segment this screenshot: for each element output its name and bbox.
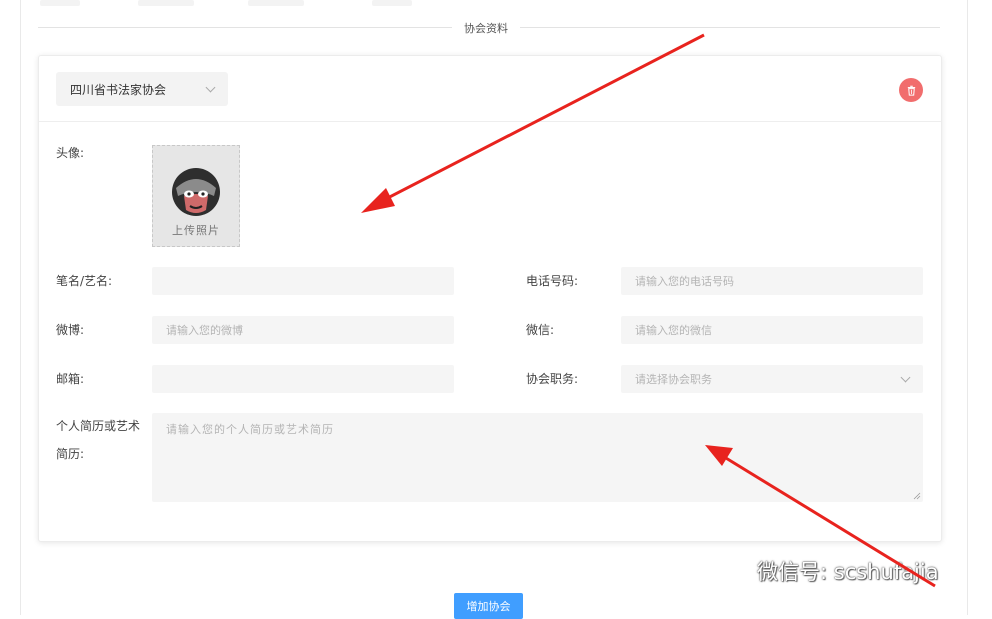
- wechat-label: 微信:: [526, 323, 555, 337]
- position-select[interactable]: 请选择协会职务: [621, 365, 923, 393]
- position-label: 协会职务:: [526, 372, 579, 386]
- top-ghost-text: [20, 0, 966, 10]
- mask-avatar-icon: [172, 168, 220, 216]
- phone-input[interactable]: 请输入您的电话号码: [621, 267, 923, 295]
- phone-label: 电话号码:: [526, 274, 579, 288]
- pen-name-label: 笔名/艺名:: [56, 274, 113, 288]
- watermark-text: 微信号: scshufajia: [757, 560, 939, 584]
- chevron-down-icon: [205, 82, 216, 92]
- weibo-label: 微博:: [56, 323, 85, 337]
- delete-association-button[interactable]: [899, 78, 923, 102]
- bio-label-line1: 个人简历或艺术: [56, 419, 141, 433]
- association-select[interactable]: 四川省书法家协会: [56, 72, 228, 106]
- avatar-label: 头像:: [56, 146, 85, 160]
- weibo-input[interactable]: 请输入您的微博: [152, 316, 454, 344]
- bio-placeholder: 请输入您的个人简历或艺术简历: [166, 423, 334, 436]
- card-header-divider: [39, 121, 941, 122]
- section-title: 协会资料: [452, 20, 520, 36]
- association-card: 四川省书法家协会 头像: 上传照片 笔名/艺名: 电话号码: 请输入您的电话号码: [38, 55, 942, 542]
- wechat-logo-icon: [714, 559, 749, 584]
- trash-icon: [907, 85, 915, 96]
- chevron-down-icon: [900, 372, 911, 382]
- wechat-watermark: 微信号: scshufajia: [713, 556, 939, 586]
- email-label: 邮箱:: [56, 372, 85, 386]
- avatar-upload[interactable]: 上传照片: [152, 145, 240, 247]
- wechat-input[interactable]: 请输入您的微信: [621, 316, 923, 344]
- add-association-button[interactable]: 增加协会: [454, 593, 523, 619]
- resize-grip-icon[interactable]: [913, 492, 921, 500]
- bio-label-line2: 简历:: [56, 447, 85, 461]
- email-input[interactable]: [152, 365, 454, 393]
- bio-textarea[interactable]: 请输入您的个人简历或艺术简历: [152, 413, 923, 502]
- pen-name-input[interactable]: [152, 267, 454, 295]
- position-select-placeholder: 请选择协会职务: [635, 373, 712, 386]
- association-select-value: 四川省书法家协会: [70, 82, 167, 97]
- upload-photo-text: 上传照片: [172, 224, 220, 237]
